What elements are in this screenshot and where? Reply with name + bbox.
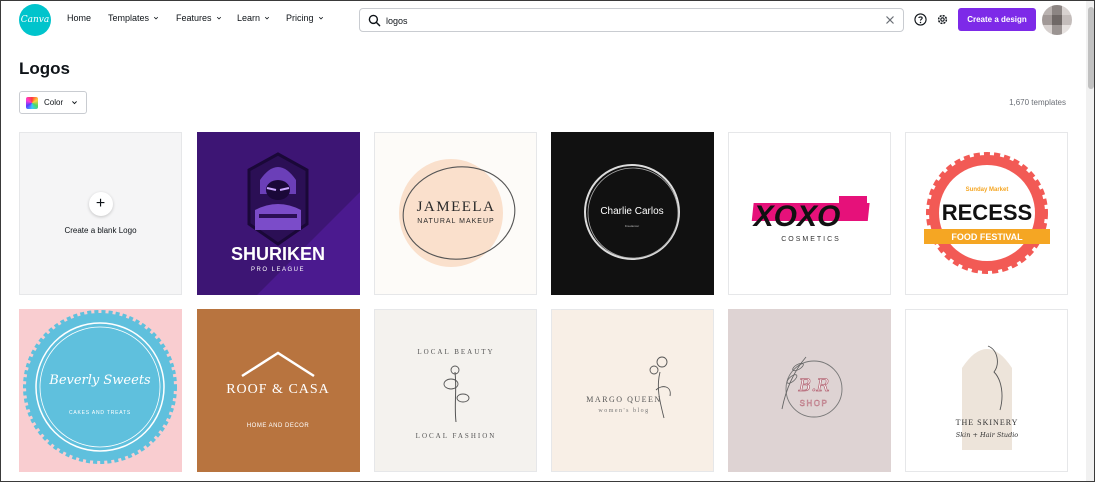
nav-templates[interactable]: Templates	[108, 13, 176, 23]
roof-casa-logo-art: ROOF & CASA HOME AND DECOR	[226, 351, 330, 429]
clear-search-icon[interactable]	[885, 15, 895, 25]
page-scrollbar[interactable]	[1086, 1, 1094, 481]
nav-pricing-label: Pricing	[286, 13, 314, 23]
color-palette-icon	[26, 96, 38, 109]
nav-pricing[interactable]: Pricing	[286, 13, 336, 23]
nav-features[interactable]: Features	[176, 13, 237, 23]
nav-learn-label: Learn	[237, 13, 261, 23]
recess-logo-art: Sunday Market RECESS FOOD FESTIVAL	[924, 152, 1050, 274]
margo-queen-logo-art: MARGO QUEEN women's blog	[586, 356, 671, 419]
jameela-logo-art: JAMEELA NATURAL MAKEUP	[399, 159, 516, 267]
template-title: RECESS	[942, 200, 1032, 225]
template-subtitle: CAKES AND TREATS	[69, 410, 131, 416]
top-navigation-bar: Canva Home Templates Features Learn Pric…	[1, 1, 1086, 39]
template-subtitle: women's blog	[598, 408, 649, 414]
chevron-down-icon	[153, 16, 159, 20]
create-blank-card[interactable]: + Create a blank Logo	[19, 132, 182, 295]
create-a-design-button[interactable]: Create a design	[958, 8, 1036, 31]
color-filter-label: Color	[44, 98, 64, 107]
shuriken-logo-art: SHURIKEN PRO LEAGUE	[197, 132, 360, 295]
template-subtitle: SHOP	[800, 399, 829, 408]
charlie-carlos-logo-art: Charlie Carlos Freelancer	[584, 164, 680, 260]
nav-learn[interactable]: Learn	[237, 13, 286, 23]
template-subtitle: Freelancer	[625, 224, 639, 228]
template-title: ROOF & CASA	[226, 382, 330, 397]
template-card-roof-casa[interactable]: ROOF & CASA HOME AND DECOR	[197, 309, 360, 472]
xoxo-logo-art: XOXO COSMETICS	[752, 196, 870, 243]
nav-features-label: Features	[176, 13, 212, 23]
local-beauty-logo-art: LOCAL BEAUTY LOCAL FASHION	[416, 348, 497, 440]
plus-icon: +	[88, 192, 113, 216]
br-shop-logo-art: B.R SHOP	[781, 356, 843, 418]
template-title: XOXO	[752, 200, 841, 233]
template-card-recess[interactable]: Sunday Market RECESS FOOD FESTIVAL	[905, 132, 1068, 295]
chevron-down-icon	[318, 16, 323, 20]
template-title: Charlie Carlos	[600, 206, 663, 217]
search-bar	[359, 8, 904, 32]
template-title: MARGO QUEEN	[586, 395, 661, 404]
template-card-charlie-carlos[interactable]: Charlie Carlos Freelancer	[551, 132, 714, 295]
page-title: Logos	[19, 59, 70, 78]
template-subtitle: LOCAL FASHION	[416, 432, 497, 440]
search-icon	[368, 14, 381, 27]
template-subtitle: FOOD FESTIVAL	[951, 232, 1023, 242]
template-subtitle: HOME AND DECOR	[247, 423, 310, 429]
template-card-local-beauty[interactable]: LOCAL BEAUTY LOCAL FASHION	[374, 309, 537, 472]
template-top-text: Sunday Market	[966, 187, 1009, 193]
help-icon[interactable]	[914, 13, 927, 26]
scrollbar-thumb[interactable]	[1088, 7, 1094, 89]
chevron-down-icon	[264, 16, 270, 20]
gear-icon[interactable]	[936, 13, 949, 26]
search-input[interactable]	[386, 12, 866, 29]
browser-viewport: Canva Home Templates Features Learn Pric…	[0, 0, 1095, 482]
main-nav: Home Templates Features Learn Pricing	[67, 13, 336, 23]
template-card-the-skinery[interactable]: THE SKINERY Skin + Hair Studio	[905, 309, 1068, 472]
nav-home[interactable]: Home	[67, 13, 108, 23]
canva-logo[interactable]: Canva	[19, 4, 51, 36]
template-subtitle: PRO LEAGUE	[251, 267, 305, 273]
nav-templates-label: Templates	[108, 13, 150, 23]
template-card-br-shop[interactable]: B.R SHOP	[728, 309, 891, 472]
template-subtitle: NATURAL MAKEUP	[417, 218, 494, 225]
color-filter-dropdown[interactable]: Color	[19, 91, 87, 114]
template-title: B.R	[798, 376, 830, 396]
template-title: THE SKINERY	[956, 418, 1019, 427]
template-subtitle: COSMETICS	[781, 236, 841, 243]
chevron-down-icon	[72, 101, 78, 105]
create-blank-label: Create a blank Logo	[64, 226, 137, 235]
beverly-sweets-logo-art: Beverly Sweets CAKES AND TREATS	[23, 310, 177, 464]
avatar[interactable]	[1042, 5, 1072, 35]
chevron-down-icon	[216, 16, 221, 20]
template-title: LOCAL BEAUTY	[417, 348, 494, 356]
template-card-beverly-sweets[interactable]: Beverly Sweets CAKES AND TREATS	[19, 309, 182, 472]
template-subtitle: Skin + Hair Studio	[956, 431, 1019, 439]
template-card-xoxo[interactable]: XOXO COSMETICS	[728, 132, 891, 295]
template-title: Beverly Sweets	[48, 373, 151, 388]
template-count: 1,670 templates	[1009, 98, 1066, 107]
template-title: SHURIKEN	[231, 244, 325, 264]
the-skinery-logo-art: THE SKINERY Skin + Hair Studio	[956, 345, 1019, 450]
nav-home-label: Home	[67, 13, 92, 23]
template-card-shuriken[interactable]: SHURIKEN PRO LEAGUE	[197, 132, 360, 295]
template-card-margo-queen[interactable]: MARGO QUEEN women's blog	[551, 309, 714, 472]
template-card-jameela[interactable]: JAMEELA NATURAL MAKEUP	[374, 132, 537, 295]
template-title: JAMEELA	[417, 199, 496, 215]
